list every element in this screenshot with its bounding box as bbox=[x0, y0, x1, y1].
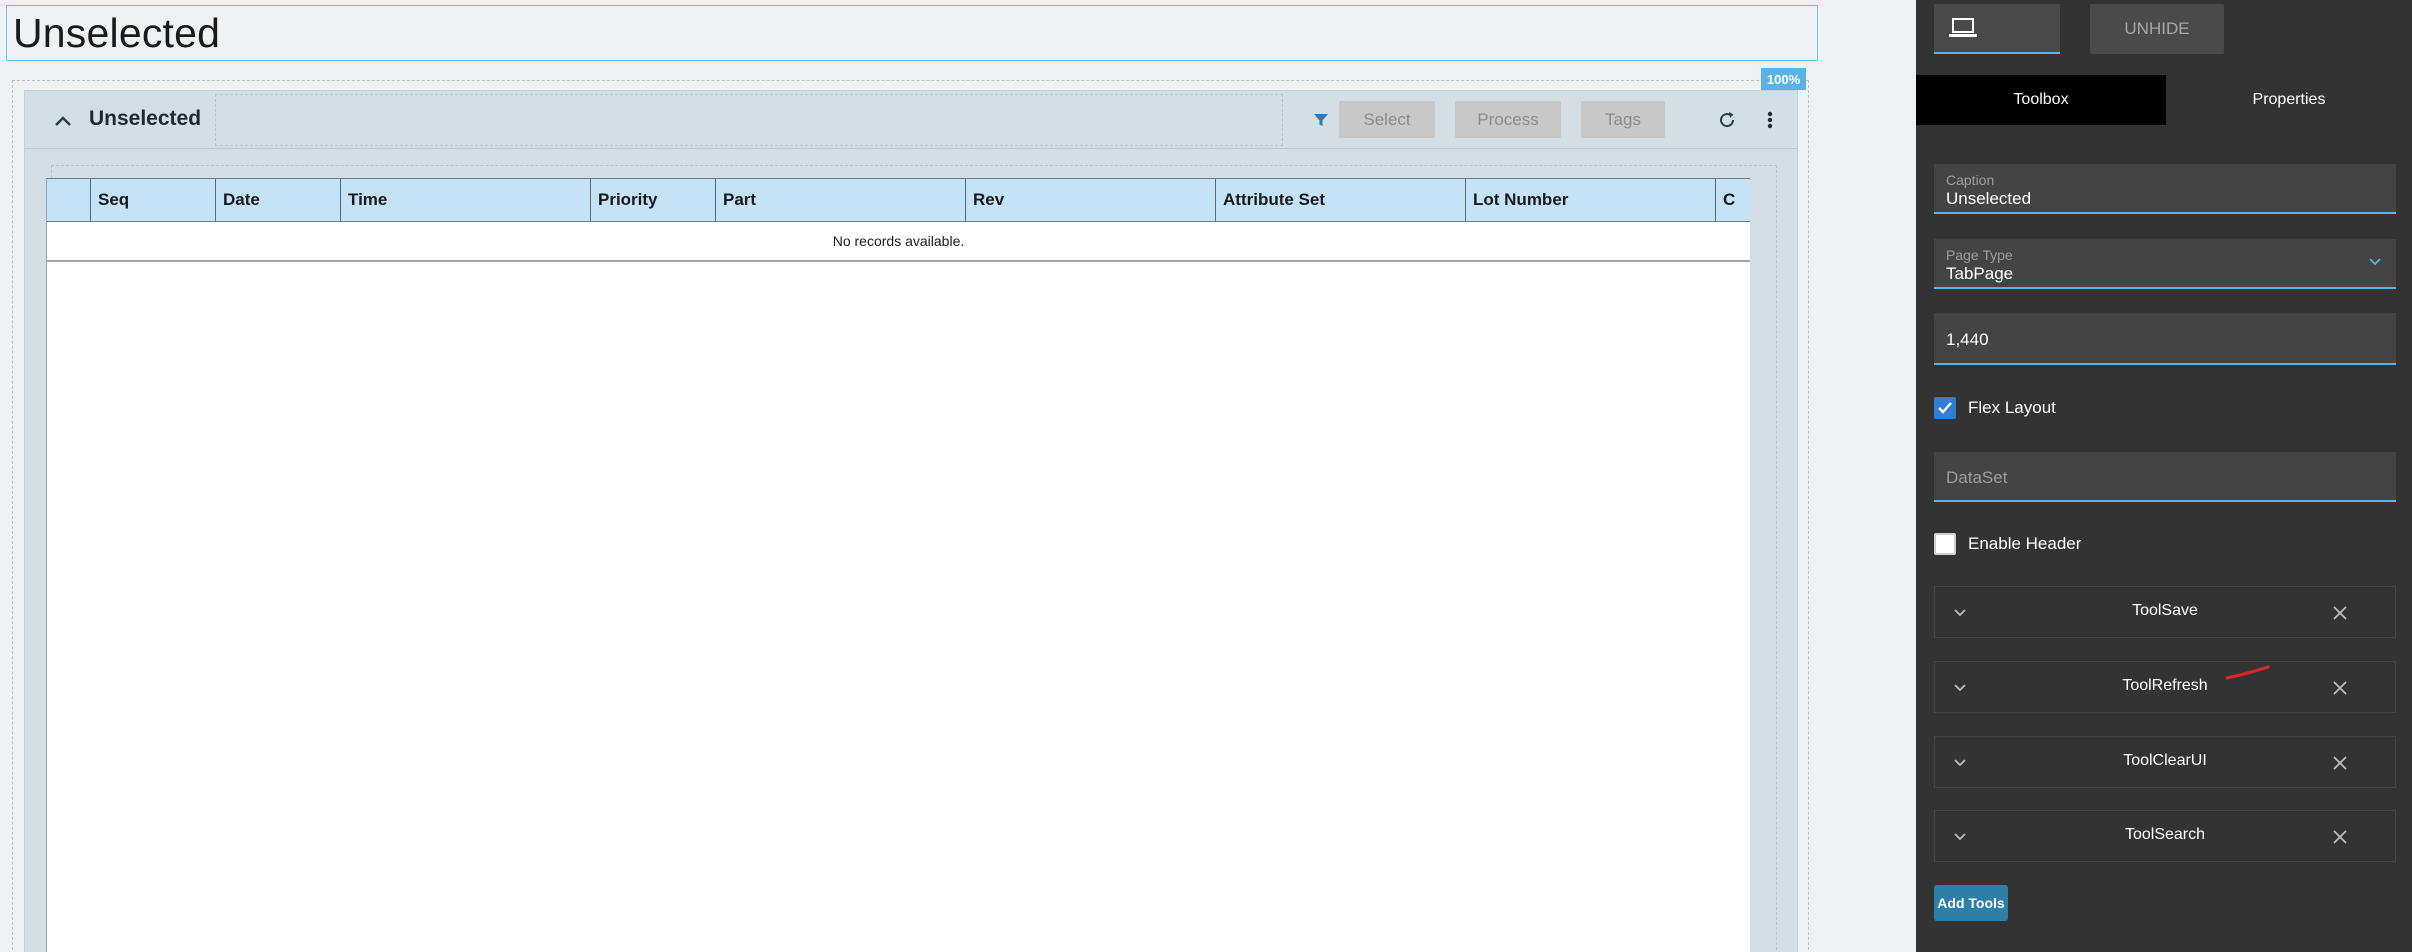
column-header[interactable]: Part bbox=[716, 179, 966, 221]
tool-label: ToolClearUI bbox=[2123, 752, 2207, 769]
filter-icon bbox=[1314, 114, 1328, 126]
data-grid: Seq Date Time Priority Part Rev Attribut… bbox=[46, 178, 1750, 952]
more-button[interactable] bbox=[1759, 106, 1781, 134]
flex-layout-checkbox[interactable]: Flex Layout bbox=[1934, 394, 2056, 422]
grid-select-column[interactable] bbox=[47, 179, 91, 221]
checkbox-checked[interactable] bbox=[1934, 397, 1956, 419]
remove-tool-button[interactable] bbox=[2327, 600, 2353, 626]
page-type-label: Page Type bbox=[1946, 247, 2013, 263]
enable-header-checkbox[interactable]: Enable Header bbox=[1934, 530, 2081, 558]
design-canvas: Unselected 100% Unselected Select Proces… bbox=[0, 0, 1916, 952]
column-header[interactable]: Seq bbox=[91, 179, 216, 221]
chevron-down-icon bbox=[2369, 258, 2381, 266]
refresh-icon bbox=[1720, 112, 1735, 128]
annotation-mark bbox=[2225, 665, 2270, 680]
dataset-placeholder: DataSet bbox=[1946, 468, 2008, 487]
caption-field[interactable]: Caption Unselected bbox=[1934, 164, 2396, 214]
caption-field-label: Caption bbox=[1946, 172, 1995, 188]
page-title: Unselected bbox=[13, 10, 221, 56]
process-button[interactable]: Process bbox=[1455, 101, 1561, 138]
column-header[interactable]: Priority bbox=[591, 179, 716, 221]
width-field[interactable]: 1,440 bbox=[1934, 313, 2396, 365]
tool-item[interactable]: ToolSearch bbox=[1934, 810, 2396, 862]
tags-button[interactable]: Tags bbox=[1581, 101, 1665, 138]
caption-field-value: Unselected bbox=[1946, 189, 2032, 208]
page-type-select[interactable]: Page Type TabPage bbox=[1934, 239, 2396, 289]
laptop-icon bbox=[1949, 18, 1977, 37]
dataset-field[interactable]: DataSet bbox=[1934, 452, 2396, 502]
sidebar-tabs: Toolbox Properties bbox=[1916, 75, 2412, 125]
remove-tool-button[interactable] bbox=[2327, 675, 2353, 701]
page-type-value: TabPage bbox=[1946, 264, 2014, 283]
check-icon bbox=[1938, 402, 1952, 414]
enable-header-label: Enable Header bbox=[1968, 534, 2082, 553]
remove-tool-button[interactable] bbox=[2327, 750, 2353, 776]
column-header[interactable]: C bbox=[1716, 179, 1750, 221]
width-field-value: 1,440 bbox=[1946, 330, 1989, 349]
close-icon bbox=[2333, 606, 2347, 620]
add-tools-button[interactable]: Add Tools bbox=[1934, 885, 2008, 921]
flex-layout-label: Flex Layout bbox=[1968, 398, 2056, 417]
more-vertical-icon bbox=[1767, 111, 1773, 129]
column-header[interactable]: Date bbox=[216, 179, 341, 221]
tool-item[interactable]: ToolClearUI bbox=[1934, 736, 2396, 788]
refresh-button[interactable] bbox=[1713, 106, 1741, 134]
panel-header: Unselected Select Process Tags bbox=[25, 91, 1797, 149]
properties-sidebar: UNHIDE Toolbox Properties Caption Unsele… bbox=[1916, 0, 2412, 952]
tool-item[interactable]: ToolRefresh bbox=[1934, 661, 2396, 713]
column-header[interactable]: Rev bbox=[966, 179, 1216, 221]
close-icon bbox=[2333, 830, 2347, 844]
tab-toolbox[interactable]: Toolbox bbox=[1916, 75, 2166, 125]
close-icon bbox=[2333, 756, 2347, 770]
grid-header: Seq Date Time Priority Part Rev Attribut… bbox=[47, 178, 1750, 222]
close-icon bbox=[2333, 681, 2347, 695]
column-header[interactable]: Attribute Set bbox=[1216, 179, 1466, 221]
zoom-badge: 100% bbox=[1761, 68, 1806, 90]
collapse-button[interactable] bbox=[49, 107, 77, 135]
checkbox-unchecked[interactable] bbox=[1934, 533, 1956, 555]
column-header[interactable]: Lot Number bbox=[1466, 179, 1716, 221]
filter-button[interactable] bbox=[1307, 106, 1335, 134]
device-button[interactable] bbox=[1934, 4, 2060, 54]
select-button[interactable]: Select bbox=[1339, 101, 1435, 138]
unhide-button[interactable]: UNHIDE bbox=[2090, 4, 2224, 54]
tool-label: ToolRefresh bbox=[2122, 677, 2208, 694]
tab-properties[interactable]: Properties bbox=[2166, 75, 2412, 125]
chevron-up-icon bbox=[55, 116, 71, 126]
empty-message: No records available. bbox=[47, 222, 1750, 262]
page-title-box[interactable]: Unselected bbox=[6, 5, 1818, 61]
tool-item[interactable]: ToolSave bbox=[1934, 586, 2396, 638]
column-header[interactable]: Time bbox=[341, 179, 591, 221]
header-slot[interactable] bbox=[215, 94, 1283, 146]
tool-label: ToolSave bbox=[2132, 602, 2198, 619]
tool-label: ToolSearch bbox=[2124, 826, 2206, 843]
panel-caption: Unselected bbox=[89, 107, 202, 130]
remove-tool-button[interactable] bbox=[2327, 824, 2353, 850]
